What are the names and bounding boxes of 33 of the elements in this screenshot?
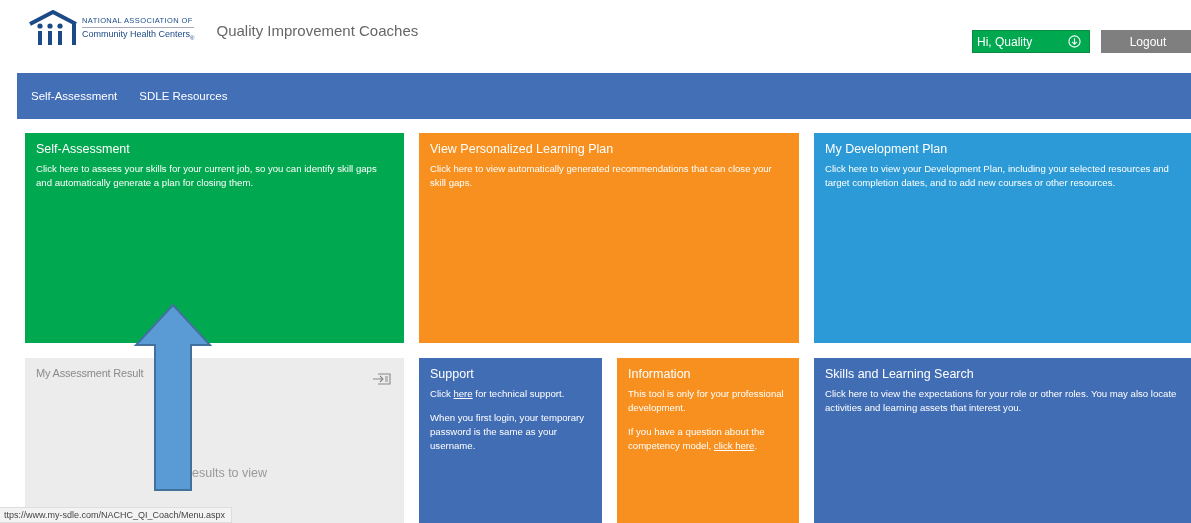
tile-title: Self-Assessment [36,142,130,156]
logo-text: Community Health Centers$_{®}$ [82,27,195,41]
tile-description: Click here for technical support. [430,387,566,401]
status-url: ttps://www.my-sdle.com/NACHC_QI_Coach/Menu.aspx [0,507,233,523]
logout-button[interactable]: Logout [1101,30,1191,53]
tile-description: Click here to assess your skills for your current job, so you can identify skill gaps and automatically generate a plan for closing them. [36,162,378,190]
circle-down-arrow-icon [1068,35,1081,48]
tile[interactable]: Information This tool is only for your professional development. If you have a question about the competency model, click here. [617,358,799,523]
tile[interactable]: Support Click here for technical support. When you first login, your temporary password is the same as your username. [419,358,602,523]
tile-title: View Personalized Learning Plan [430,142,614,156]
empty-message: esults to view [192,466,268,480]
tile-description: This tool is only for your professional development. [628,387,785,415]
tile[interactable]: My Development Plan Click here to view your Development Plan, including your selected resources and target completion dates, and to add new courses or other resources. [814,133,1191,343]
tile-description: If you have a question about the competency model, click here. [628,424,766,453]
tile-description: Click here to view your Development Plan, including your selected resources and target completion dates, and to add new courses or other resources. [825,162,1170,190]
tile-description: Click here to view the expectations for your role or other roles. You may also locate activities and learning assets that interest you. [825,387,1178,415]
tile[interactable]: Skills and Learning Search Click here to view the expectations for your role or other roles. You may also locate activities and learning assets that interest you. [814,358,1191,523]
nav-link[interactable]: Self-Assessment [31,90,118,102]
nav-link[interactable]: SDLE Resources [139,90,228,102]
tile-title: Information [628,367,691,381]
tile[interactable]: View Personalized Learning Plan Click here to view automatically generated recommendations that can close your skill gaps. [419,133,799,343]
tile-description: Click here to view automatically generated recommendations that can close your skill gaps. [430,162,773,190]
tile-title: My Assessment Result [36,367,144,379]
app-title: Quality Improvement Coaches [216,22,419,39]
tile-title: My Development Plan [825,142,948,156]
tile[interactable]: Self-Assessment Click here to assess your skills for your current job, so you can identify skill gaps and automatically generate a plan for closing them. [25,133,404,343]
user-menu-button[interactable]: Hi, Quality [972,30,1090,53]
tile-title: Skills and Learning Search [825,367,974,381]
logo-house-icon [28,10,78,46]
tile-description: When you first login, your temporary password is the same as your username. [430,410,586,453]
export-icon[interactable] [372,372,392,386]
tile-title: Support [430,367,474,381]
inline-link[interactable]: here [453,388,473,399]
